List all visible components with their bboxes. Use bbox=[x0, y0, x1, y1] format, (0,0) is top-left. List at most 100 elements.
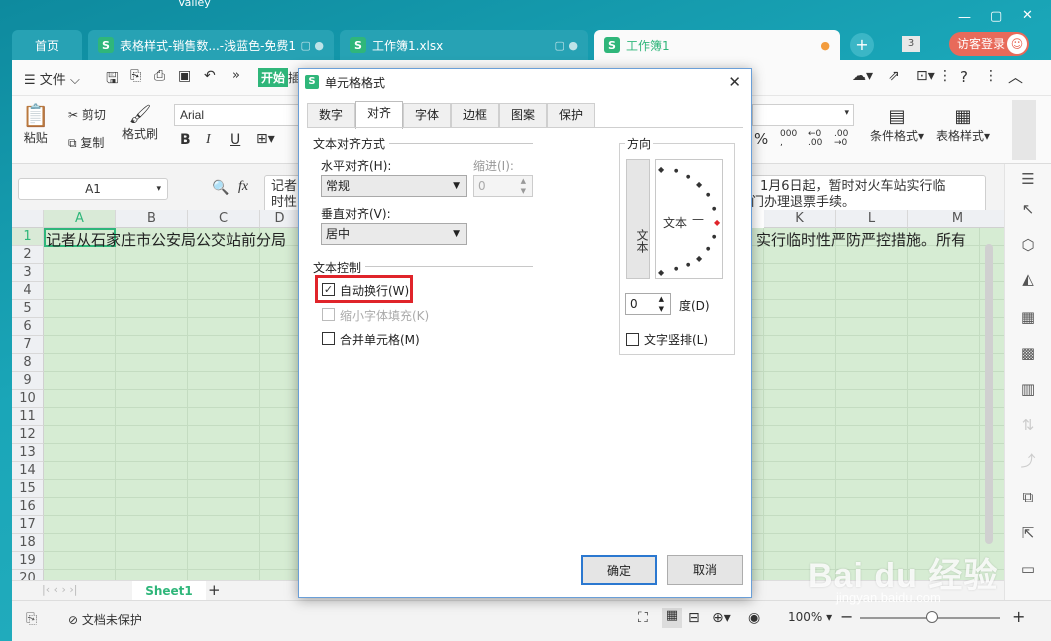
help-icon[interactable]: ? bbox=[960, 68, 968, 86]
border-button[interactable]: ⊞▾ bbox=[256, 131, 275, 147]
maximize-button[interactable]: ▢ bbox=[990, 9, 1002, 24]
horizontal-align-select[interactable]: 常规 ▼ bbox=[321, 175, 467, 197]
tab-number[interactable]: 数字 bbox=[307, 103, 355, 127]
wrap-text-checkbox[interactable]: ✓ bbox=[322, 283, 335, 296]
column-header[interactable]: C bbox=[188, 210, 260, 228]
row-header[interactable]: 9 bbox=[12, 372, 44, 390]
row-header[interactable]: 16 bbox=[12, 498, 44, 516]
row-header[interactable]: 12 bbox=[12, 426, 44, 444]
more-options-icon[interactable]: ⋮ bbox=[984, 68, 998, 84]
row-header[interactable]: 7 bbox=[12, 336, 44, 354]
cut-button[interactable]: ✂ 剪切 bbox=[68, 106, 106, 123]
collapse-ribbon-icon[interactable]: ︿ bbox=[1008, 66, 1023, 87]
row-header[interactable]: 11 bbox=[12, 408, 44, 426]
format-painter-button[interactable]: 🖌 格式刷 bbox=[122, 104, 158, 142]
number-format-select[interactable]: ▾ bbox=[752, 104, 854, 126]
save-icon[interactable]: 🖫 bbox=[106, 68, 119, 93]
cancel-button[interactable]: 取消 bbox=[667, 555, 743, 585]
row-header[interactable]: 13 bbox=[12, 444, 44, 462]
orientation-dial[interactable]: ◆ ● ● ◆ ● ● ◆ ● ● ◆ ● ● ◆ 文本 — bbox=[655, 159, 723, 279]
close-icon[interactable]: ▢ ● bbox=[301, 39, 325, 52]
normal-view-icon[interactable]: ▦ bbox=[662, 608, 682, 628]
row-header[interactable]: 4 bbox=[12, 282, 44, 300]
eye-icon[interactable]: ◉ bbox=[748, 610, 760, 626]
table-style-button[interactable]: ▦ 表格样式▾ bbox=[936, 106, 990, 144]
column-header[interactable]: K bbox=[764, 210, 836, 228]
bold-button[interactable]: B bbox=[180, 132, 191, 148]
fx-icon[interactable]: fx bbox=[238, 179, 248, 195]
close-button[interactable]: ✕ bbox=[1022, 8, 1033, 23]
zoom-slider-thumb[interactable] bbox=[926, 611, 938, 623]
copy-button[interactable]: ⧉ 复制 bbox=[68, 134, 104, 151]
login-button[interactable]: 访客登录 ☺ bbox=[949, 32, 1029, 56]
tab-table-style[interactable]: S 表格样式-销售数...-浅蓝色-免费1 ▢ ● bbox=[88, 30, 334, 60]
tab-font[interactable]: 字体 bbox=[403, 103, 451, 127]
decrease-decimal-icon[interactable]: ←0.00 bbox=[808, 130, 822, 148]
column-header[interactable]: A bbox=[44, 210, 116, 228]
new-tab-button[interactable]: + bbox=[850, 33, 874, 57]
toolbox-icon[interactable]: ⊡▾ bbox=[916, 68, 935, 84]
tab-alignment[interactable]: 对齐 bbox=[355, 101, 403, 129]
thousands-icon[interactable]: 000, bbox=[780, 130, 797, 148]
underline-button[interactable]: U bbox=[230, 132, 240, 148]
print-icon[interactable]: ⎙ bbox=[154, 68, 165, 84]
tab-workbook-xlsx[interactable]: S 工作簿1.xlsx ▢ ● bbox=[340, 30, 588, 60]
percent-button[interactable]: % bbox=[754, 130, 768, 148]
row-header[interactable]: 2 bbox=[12, 246, 44, 264]
export-icon[interactable]: ⎘ bbox=[130, 68, 141, 84]
close-icon[interactable]: ▢ ● bbox=[555, 39, 579, 52]
undo-icon[interactable]: ↶ bbox=[204, 68, 216, 84]
row-header[interactable]: 5 bbox=[12, 300, 44, 318]
vertical-align-select[interactable]: 居中 ▼ bbox=[321, 223, 467, 245]
sheet-nav-icon[interactable]: |‹ ‹ › ›| bbox=[42, 583, 78, 596]
paste-button[interactable]: 📋 粘贴 bbox=[22, 104, 49, 146]
page-layout-icon[interactable]: ⊕▾ bbox=[712, 610, 731, 626]
add-sheet-button[interactable]: + bbox=[208, 581, 221, 599]
font-select[interactable]: Arial bbox=[174, 104, 304, 126]
layout-icon[interactable]: ⎘ bbox=[26, 611, 37, 627]
tab-home[interactable]: 首页 bbox=[12, 30, 82, 60]
merge-cells-checkbox[interactable] bbox=[322, 332, 335, 345]
degree-stepper[interactable]: 0 ▲ ▼ bbox=[625, 293, 671, 315]
tab-pattern[interactable]: 图案 bbox=[499, 103, 547, 127]
name-box[interactable]: A1 ▾ bbox=[18, 178, 168, 200]
corner-select-all[interactable] bbox=[12, 210, 44, 228]
shrink-to-fit-checkbox[interactable] bbox=[322, 308, 335, 321]
minimize-button[interactable]: — bbox=[958, 10, 971, 25]
vertical-scrollbar[interactable] bbox=[985, 244, 993, 544]
window-count-badge[interactable]: 3 bbox=[902, 36, 920, 52]
ok-button[interactable]: 确定 bbox=[581, 555, 657, 585]
sheet-tab-sheet1[interactable]: Sheet1 bbox=[132, 581, 206, 601]
column-header[interactable]: M bbox=[908, 210, 1008, 228]
zoom-level[interactable]: 100% ▾ bbox=[788, 610, 832, 624]
select-icon[interactable]: ↖ bbox=[1017, 198, 1039, 220]
row-header[interactable]: 20 bbox=[12, 570, 44, 580]
vertical-text-button[interactable]: 文本 bbox=[626, 159, 650, 279]
column-header[interactable]: D bbox=[260, 210, 300, 228]
zoom-in-button[interactable]: + bbox=[1012, 607, 1025, 626]
row-header[interactable]: 3 bbox=[12, 264, 44, 282]
page-break-icon[interactable]: ⊟ bbox=[688, 610, 700, 626]
filter-icon[interactable]: ⇅ bbox=[1017, 414, 1039, 436]
row-header[interactable]: 8 bbox=[12, 354, 44, 372]
tab-border[interactable]: 边框 bbox=[451, 103, 499, 127]
row-header[interactable]: 6 bbox=[12, 318, 44, 336]
menu-icon[interactable]: ☰ bbox=[1017, 168, 1039, 190]
zoom-out-button[interactable]: − bbox=[840, 607, 853, 626]
chart-icon[interactable]: ▥ bbox=[1017, 378, 1039, 400]
more-icon[interactable]: » bbox=[232, 68, 240, 83]
vertical-arrange-checkbox[interactable] bbox=[626, 333, 639, 346]
column-header[interactable]: B bbox=[116, 210, 188, 228]
fill-icon[interactable]: ◭ bbox=[1017, 268, 1039, 290]
preview-icon[interactable]: ▣ bbox=[178, 68, 191, 84]
row-header[interactable]: 19 bbox=[12, 552, 44, 570]
fit-icon[interactable]: ⛶ bbox=[638, 610, 648, 626]
image-icon[interactable]: ⧉ bbox=[1017, 486, 1039, 508]
ribbon-scroll[interactable] bbox=[1012, 100, 1036, 160]
more-options-icon[interactable]: ⋮ bbox=[938, 68, 952, 84]
indent-stepper[interactable]: 0 ▲ ▼ bbox=[473, 175, 533, 197]
row-header[interactable]: 10 bbox=[12, 390, 44, 408]
row-header[interactable]: 17 bbox=[12, 516, 44, 534]
table-icon[interactable]: ▦ bbox=[1017, 306, 1039, 328]
conditional-format-button[interactable]: ▤ 条件格式▾ bbox=[870, 106, 924, 144]
